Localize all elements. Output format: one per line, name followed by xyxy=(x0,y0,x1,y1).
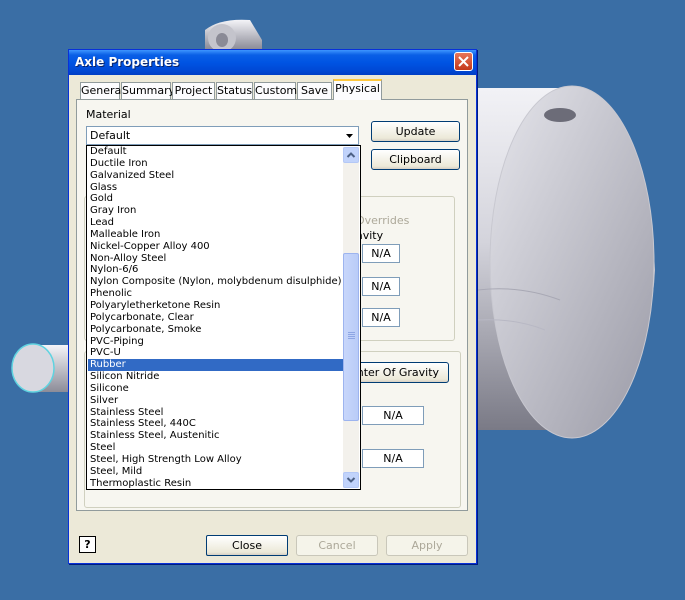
material-value: Default xyxy=(90,129,131,142)
material-option[interactable]: PVC-U xyxy=(88,347,344,359)
material-dropdown[interactable]: Default xyxy=(86,126,359,145)
material-option[interactable]: Polyaryletherketone Resin xyxy=(88,300,344,312)
material-option[interactable]: Nylon-6/6 xyxy=(88,264,344,276)
material-option[interactable]: Stainless Steel, Austenitic xyxy=(88,430,344,442)
material-option[interactable]: Nickel-Copper Alloy 400 xyxy=(88,241,344,253)
override-field-1[interactable]: N/A xyxy=(362,244,400,263)
material-option[interactable]: Gold xyxy=(88,193,344,205)
update-button[interactable]: Update xyxy=(371,121,460,142)
material-option[interactable]: Phenolic xyxy=(88,288,344,300)
inertia-field-2[interactable]: N/A xyxy=(362,449,424,468)
scroll-down-button[interactable] xyxy=(343,472,359,488)
override-field-3[interactable]: N/A xyxy=(362,308,400,327)
tab-physical[interactable]: Physical xyxy=(333,79,382,100)
tab-custom[interactable]: Custom xyxy=(254,82,297,100)
material-option[interactable]: Gray Iron xyxy=(88,205,344,217)
inertia-field-1[interactable]: N/A xyxy=(362,406,424,425)
material-option[interactable]: Ductile Iron xyxy=(88,158,344,170)
scroll-up-button[interactable] xyxy=(343,147,359,163)
tab-save[interactable]: Save xyxy=(297,82,332,100)
material-option[interactable]: Polycarbonate, Clear xyxy=(88,312,344,324)
cancel-button[interactable]: Cancel xyxy=(296,535,378,556)
material-option[interactable]: Stainless Steel, 440C xyxy=(88,418,344,430)
scroll-thumb[interactable] xyxy=(343,253,359,421)
chevron-down-icon xyxy=(346,477,356,483)
material-option[interactable]: Default xyxy=(88,146,344,158)
material-option[interactable]: Glass xyxy=(88,182,344,194)
material-option[interactable]: Thermoplastic Resin xyxy=(88,478,344,489)
material-options: Default Ductile Iron Galvanized Steel Glass… xyxy=(88,146,344,489)
material-option[interactable]: Steel xyxy=(88,442,344,454)
help-button[interactable]: ? xyxy=(79,536,96,553)
tab-general[interactable]: General xyxy=(80,82,124,100)
material-option[interactable]: Lead xyxy=(88,217,344,229)
close-icon xyxy=(458,56,469,67)
tab-status[interactable]: Status xyxy=(216,82,253,100)
material-dropdown-list[interactable]: Default Ductile Iron Galvanized Steel Glass… xyxy=(86,145,361,490)
title-bar[interactable]: Axle Properties xyxy=(69,50,476,75)
window-title: Axle Properties xyxy=(75,55,180,69)
material-label: Material xyxy=(86,108,131,121)
override-field-2[interactable]: N/A xyxy=(362,277,400,296)
material-option[interactable]: Rubber xyxy=(88,359,344,372)
material-option[interactable]: Silicon Nitride xyxy=(88,371,344,383)
material-option[interactable]: Silver xyxy=(88,395,344,407)
tab-summary[interactable]: Summary xyxy=(121,82,175,100)
material-option[interactable]: Polycarbonate, Smoke xyxy=(88,324,344,336)
close-window-button[interactable] xyxy=(454,52,473,71)
list-scrollbar[interactable] xyxy=(343,147,359,488)
clipboard-button[interactable]: Clipboard xyxy=(371,149,460,170)
material-option[interactable]: Steel, High Strength Low Alloy xyxy=(88,454,344,466)
tab-project[interactable]: Project xyxy=(172,82,215,100)
material-option[interactable]: Silicone xyxy=(88,383,344,395)
material-option[interactable]: Nylon Composite (Nylon, molybdenum disul… xyxy=(88,276,344,288)
dropdown-arrow-icon[interactable] xyxy=(342,128,357,143)
material-option[interactable]: Non-Alloy Steel xyxy=(88,253,344,265)
material-option[interactable]: PVC-Piping xyxy=(88,336,344,348)
close-button[interactable]: Close xyxy=(206,535,288,556)
material-option[interactable]: Malleable Iron xyxy=(88,229,344,241)
material-option[interactable]: Stainless Steel xyxy=(88,407,344,419)
chevron-up-icon xyxy=(346,152,356,158)
overrides-label: Overrides xyxy=(356,214,410,227)
material-option[interactable]: Steel, Mild xyxy=(88,466,344,478)
apply-button[interactable]: Apply xyxy=(386,535,468,556)
material-option[interactable]: Galvanized Steel xyxy=(88,170,344,182)
